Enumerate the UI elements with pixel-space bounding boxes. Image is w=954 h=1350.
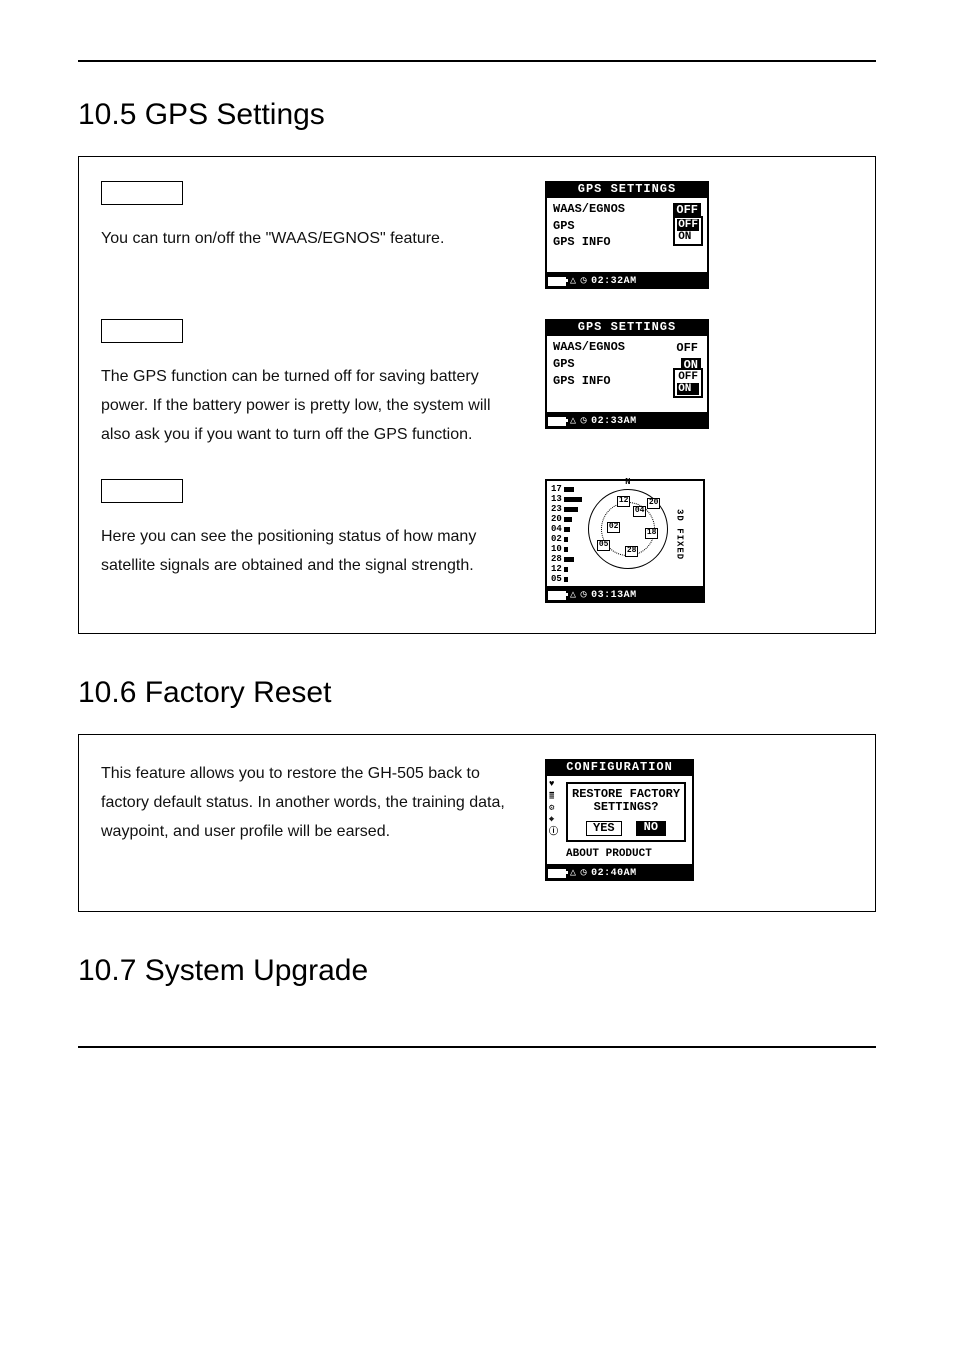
sat-marker: 20 — [647, 498, 661, 509]
lcd-title: CONFIGURATION — [545, 759, 694, 776]
heading-gps-settings: 10.5 GPS Settings — [78, 98, 876, 132]
sat-bar: 13 — [551, 495, 582, 504]
lcd-title: GPS SETTINGS — [545, 319, 709, 336]
lcd-screen-config: CONFIGURATION ♥ ≣ ⚙ ⌖ ⓘ RESTORE FACTORY … — [545, 759, 694, 881]
compass-north-label: N — [625, 478, 630, 488]
status-time: 02:33AM — [591, 416, 637, 427]
sat-bar: 20 — [551, 515, 582, 524]
clock-icon: ◷ — [581, 416, 588, 427]
bell-icon: △ — [570, 590, 577, 601]
clock-icon: ◷ — [581, 868, 588, 879]
menu-label: WAAS/EGNOS — [553, 203, 625, 218]
menu-value: OFF — [673, 341, 701, 356]
sat-marker: 02 — [607, 522, 621, 533]
confirm-dialog: RESTORE FACTORY SETTINGS? YES NO — [566, 782, 686, 842]
dropdown[interactable]: OFF ON — [673, 216, 703, 246]
sat-marker: 28 — [625, 546, 639, 557]
config-sidebar-icons: ♥ ≣ ⚙ ⌖ ⓘ — [547, 776, 560, 864]
menu-label: WAAS/EGNOS — [553, 341, 625, 356]
gear-icon: ⚙ — [549, 804, 558, 814]
sat-bar: 05 — [551, 575, 582, 584]
list-icon: ≣ — [549, 792, 558, 802]
sat-bar: 04 — [551, 525, 582, 534]
desc-text: The GPS function can be turned off for s… — [101, 362, 521, 449]
status-bar: △ ◷ 03:13AM — [545, 588, 705, 603]
gps-settings-card: You can turn on/off the "WAAS/EGNOS" fea… — [78, 156, 876, 634]
dropdown-option[interactable]: OFF — [677, 219, 699, 231]
compass: N 12 04 02 05 28 20 18 — [588, 489, 668, 569]
info-icon: ⓘ — [549, 828, 558, 838]
yes-button[interactable]: YES — [586, 821, 622, 836]
battery-icon — [548, 869, 566, 878]
globe-icon: ⌖ — [549, 816, 558, 826]
sat-marker: 04 — [633, 506, 647, 517]
no-button[interactable]: NO — [636, 821, 666, 836]
satellite-bars: 17132320040210281205 — [551, 485, 582, 584]
gps-setting-row: You can turn on/off the "WAAS/EGNOS" fea… — [101, 181, 853, 289]
dialog-line2: SETTINGS? — [572, 801, 680, 814]
lcd-title: GPS SETTINGS — [545, 181, 709, 198]
desc-text: You can turn on/off the "WAAS/EGNOS" fea… — [101, 224, 521, 253]
battery-icon — [548, 591, 566, 600]
top-rule — [78, 60, 876, 62]
dropdown-option[interactable]: OFF — [677, 371, 699, 383]
clock-icon: ◷ — [581, 590, 588, 601]
fix-status-label: 3D FIXED — [674, 509, 684, 560]
lcd-screen: GPS SETTINGS WAAS/EGNOSOFF GPS GPS INFO … — [545, 181, 709, 289]
menu-label: GPS — [553, 358, 575, 373]
gps-setting-row: The GPS function can be turned off for s… — [101, 319, 853, 449]
heading-system-upgrade: 10.7 System Upgrade — [78, 954, 876, 988]
desc-text: This feature allows you to restore the G… — [101, 759, 521, 846]
battery-icon — [548, 277, 566, 286]
dropdown-option[interactable]: ON — [677, 231, 699, 243]
heart-icon: ♥ — [549, 780, 558, 790]
sat-bar: 10 — [551, 545, 582, 554]
lcd-screen-gps-info: 17132320040210281205 N 12 04 02 05 28 20… — [545, 479, 705, 603]
gps-setting-row: Here you can see the positioning status … — [101, 479, 853, 603]
status-time: 02:32AM — [591, 276, 637, 287]
menu-label: GPS — [553, 220, 575, 233]
placeholder-box — [101, 181, 183, 205]
lcd-screen: GPS SETTINGS WAAS/EGNOS OFF GPS ON GPS INF… — [545, 319, 709, 429]
sat-bar: 17 — [551, 485, 582, 494]
config-footer-item[interactable]: ABOUT PRODUCT — [560, 848, 692, 864]
sat-marker: 12 — [617, 496, 631, 507]
status-time: 03:13AM — [591, 590, 637, 601]
menu-label: GPS INFO — [553, 375, 611, 388]
clock-icon: ◷ — [581, 276, 588, 287]
bell-icon: △ — [570, 276, 577, 287]
dropdown[interactable]: OFF ON — [673, 368, 703, 398]
sat-marker: 05 — [597, 540, 611, 551]
battery-icon — [548, 417, 566, 426]
sat-bar: 28 — [551, 555, 582, 564]
sat-bar: 02 — [551, 535, 582, 544]
bell-icon: △ — [570, 416, 577, 427]
placeholder-box — [101, 319, 183, 343]
placeholder-box — [101, 479, 183, 503]
status-bar: △ ◷ 02:40AM — [545, 866, 694, 881]
desc-text: Here you can see the positioning status … — [101, 522, 521, 580]
sat-bar: 23 — [551, 505, 582, 514]
status-bar: △ ◷ 02:32AM — [545, 274, 709, 289]
sat-bar: 12 — [551, 565, 582, 574]
menu-label: GPS INFO — [553, 236, 611, 249]
factory-reset-card: This feature allows you to restore the G… — [78, 734, 876, 912]
sat-marker: 18 — [645, 528, 659, 539]
status-time: 02:40AM — [591, 868, 637, 879]
status-bar: △ ◷ 02:33AM — [545, 414, 709, 429]
dropdown-option[interactable]: ON — [677, 383, 699, 395]
heading-factory-reset: 10.6 Factory Reset — [78, 676, 876, 710]
bell-icon: △ — [570, 868, 577, 879]
bottom-rule — [78, 1046, 876, 1048]
